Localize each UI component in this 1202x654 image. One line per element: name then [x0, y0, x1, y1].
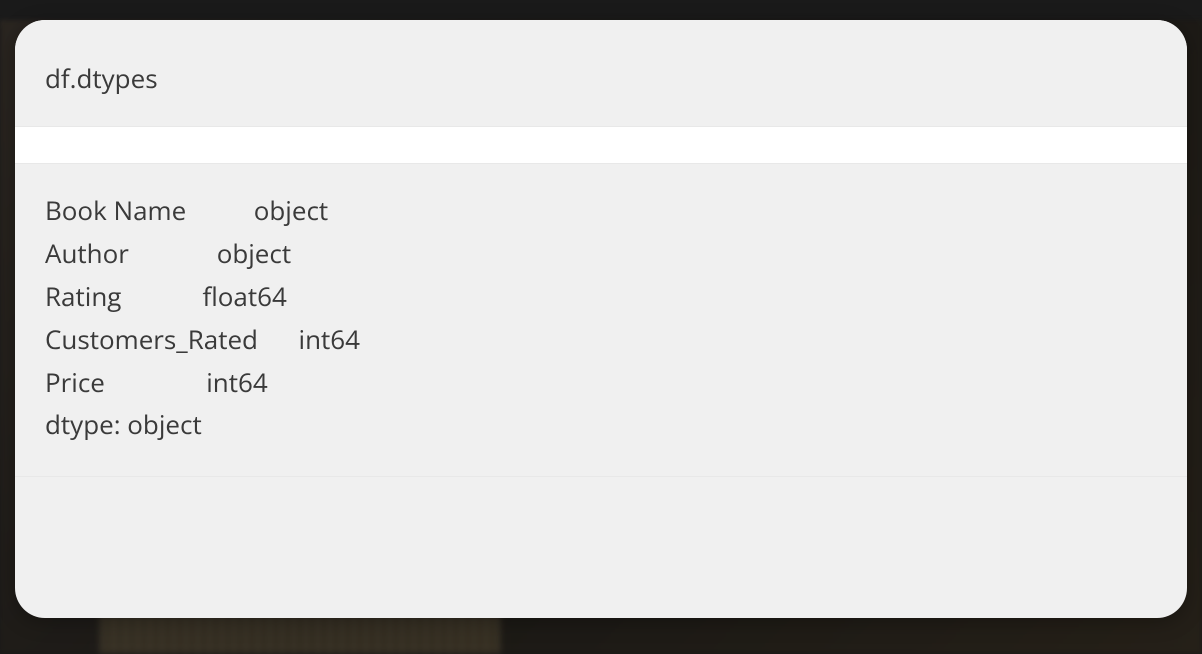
output-row: Price int64 — [45, 361, 1157, 404]
output-spacer — [121, 278, 202, 314]
output-col-name: Book Name — [45, 192, 186, 228]
output-col-dtype: int64 — [206, 364, 268, 400]
output-col-dtype: object — [217, 235, 291, 271]
code-input-cell[interactable]: df.dtypes — [15, 20, 1187, 127]
output-row: Customers_Rated int64 — [45, 318, 1157, 361]
code-output-cell: Book Name object Author object Rating fl… — [15, 163, 1187, 477]
output-col-dtype: float64 — [202, 278, 286, 314]
output-col-name: Customers_Rated — [45, 321, 258, 357]
output-col-name: Rating — [45, 278, 121, 314]
output-row: Book Name object — [45, 189, 1157, 232]
output-col-dtype: int64 — [299, 321, 361, 357]
output-spacer — [129, 235, 217, 271]
output-row: Author object — [45, 232, 1157, 275]
output-spacer — [105, 364, 206, 400]
card-footer-space — [15, 477, 1187, 537]
output-col-name: Author — [45, 235, 129, 271]
output-footer: dtype: object — [45, 403, 1157, 446]
code-input-text: df.dtypes — [45, 60, 1157, 96]
output-spacer — [258, 321, 299, 357]
output-spacer — [186, 192, 254, 228]
cell-separator — [15, 127, 1187, 163]
output-col-name: Price — [45, 364, 105, 400]
output-col-dtype: object — [254, 192, 328, 228]
notebook-cell-card: df.dtypes Book Name object Author object… — [15, 20, 1187, 618]
output-row: Rating float64 — [45, 275, 1157, 318]
